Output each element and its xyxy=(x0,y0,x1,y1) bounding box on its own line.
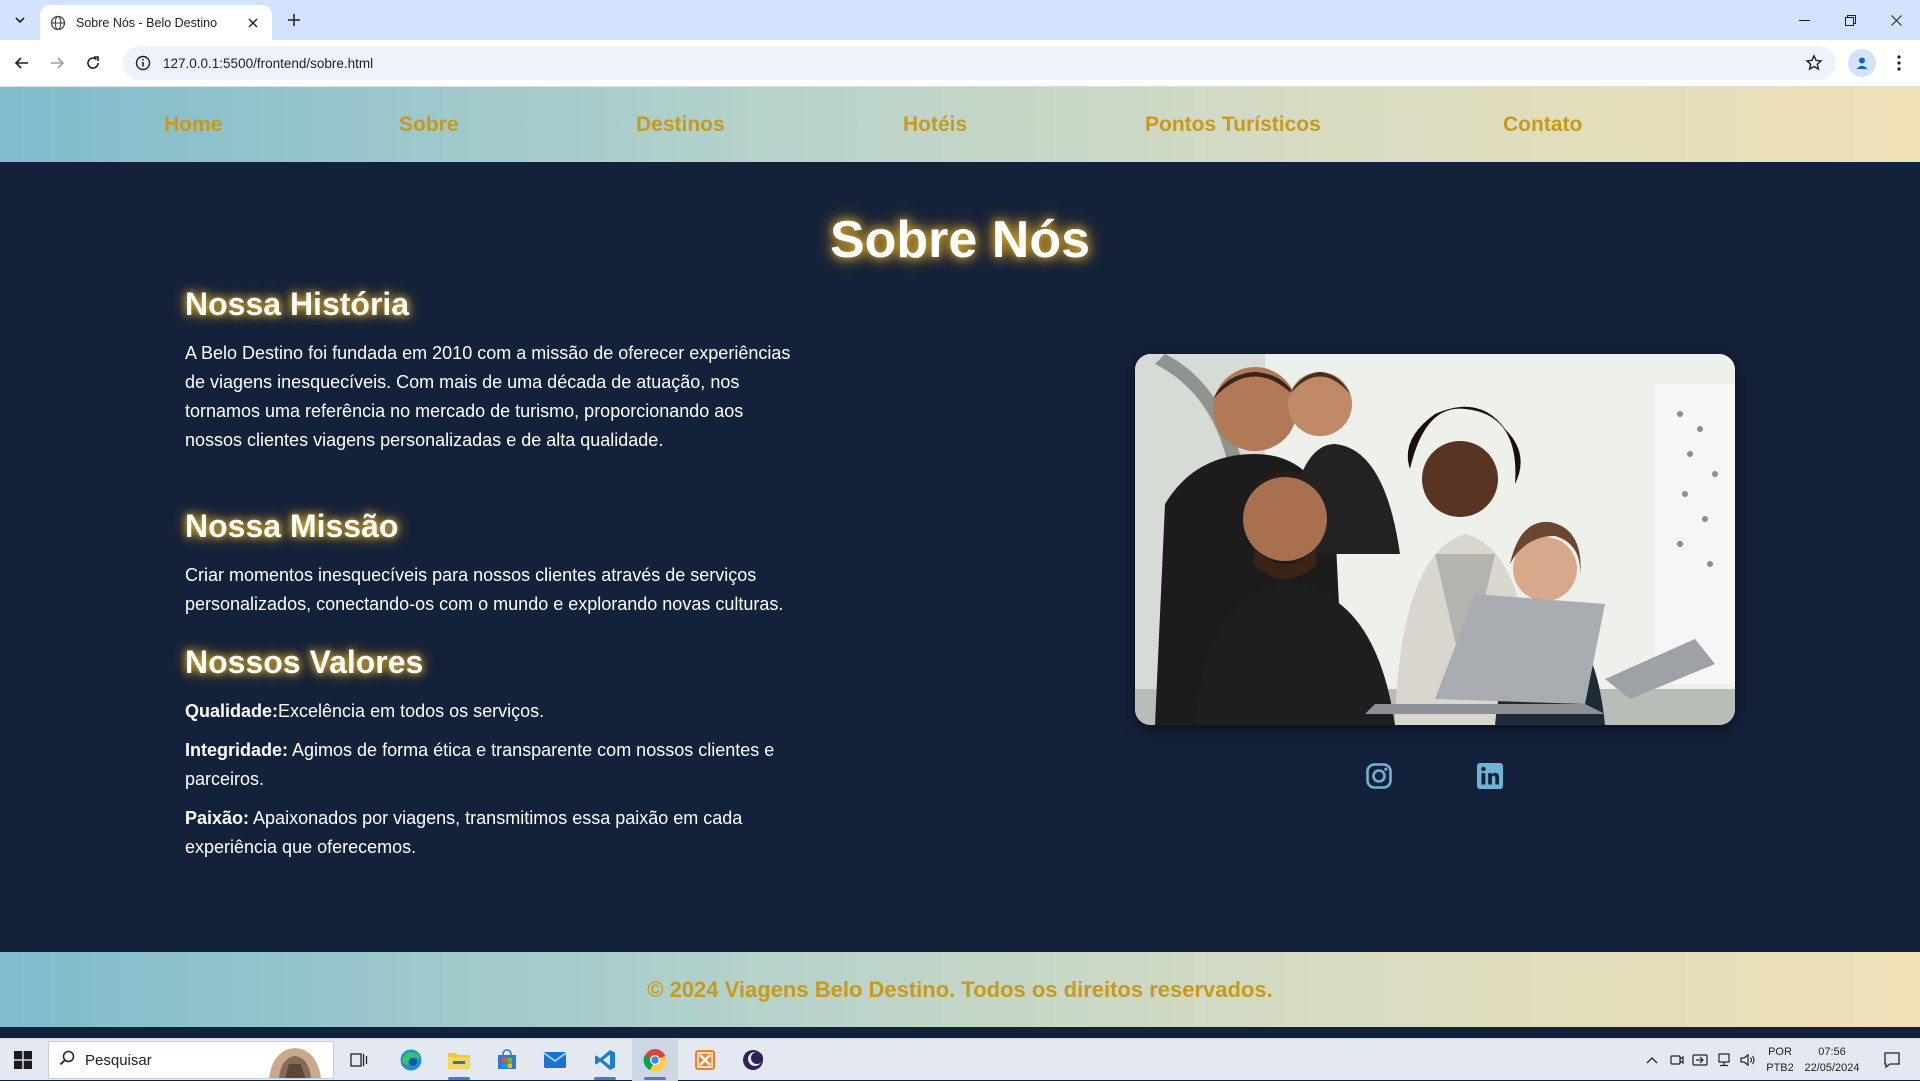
linkedin-icon[interactable] xyxy=(1474,760,1506,792)
keyboard-language-indicator[interactable]: POR PTB2 xyxy=(1762,1044,1798,1076)
team-photo xyxy=(1135,354,1735,725)
mission-text: Criar momentos inesquecíveis para nossos… xyxy=(185,565,784,614)
value-item-paixao: Paixão: Apaixonados por viagens, transmi… xyxy=(185,804,795,862)
network-icon[interactable] xyxy=(1713,1039,1735,1081)
new-tab-plus-icon[interactable] xyxy=(282,8,306,32)
browser-tab-strip: Sobre Nós - Belo Destino xyxy=(0,0,1920,40)
minimize-icon[interactable] xyxy=(1781,0,1827,40)
task-view-icon[interactable] xyxy=(336,1039,382,1081)
nav-link-home[interactable]: Home xyxy=(164,87,222,162)
eclipse-app-icon[interactable] xyxy=(730,1039,776,1081)
search-placeholder: Pesquisar xyxy=(85,1051,152,1069)
value-label: Qualidade: xyxy=(185,701,279,721)
bookmark-star-icon[interactable] xyxy=(1804,53,1824,73)
microsoft-store-icon[interactable] xyxy=(484,1039,530,1081)
search-highlight-illustration xyxy=(269,1048,321,1078)
mission-heading: Nossa Missão xyxy=(185,508,399,544)
xampp-icon[interactable] xyxy=(682,1039,728,1081)
url-text: 127.0.0.1:5500/frontend/sobre.html xyxy=(163,55,374,71)
tray-chevron-up-icon[interactable] xyxy=(1640,1039,1664,1081)
value-label: Integridade: xyxy=(185,740,289,760)
history-text: A Belo Destino foi fundada em 2010 com a… xyxy=(185,343,791,450)
site-footer: © 2024 Viagens Belo Destino. Todos os di… xyxy=(0,952,1920,1027)
reload-icon[interactable] xyxy=(80,50,106,76)
profile-avatar-icon[interactable] xyxy=(1848,49,1876,77)
footer-copyright: © 2024 Viagens Belo Destino. Todos os di… xyxy=(647,977,1273,1002)
clock-time: 07:56 xyxy=(1818,1046,1846,1058)
windows-start-icon[interactable] xyxy=(0,1039,46,1081)
back-arrow-icon[interactable] xyxy=(9,50,35,76)
page-title: Sobre Nós xyxy=(829,211,1091,269)
instagram-icon[interactable] xyxy=(1363,760,1395,792)
meet-now-icon[interactable] xyxy=(1666,1039,1688,1081)
volume-icon[interactable] xyxy=(1737,1039,1759,1081)
tab-search-chevron-icon[interactable] xyxy=(8,8,32,32)
vscode-icon[interactable] xyxy=(582,1039,628,1081)
browser-toolbar: 127.0.0.1:5500/frontend/sobre.html xyxy=(0,40,1920,87)
language-code: POR xyxy=(1768,1046,1792,1058)
value-text: Excelência em todos os serviços. xyxy=(278,701,545,721)
taskbar-search-box[interactable]: Pesquisar xyxy=(48,1041,334,1079)
value-item-integridade: Integridade: Agimos de forma ética e tra… xyxy=(185,736,795,794)
value-item-qualidade: Qualidade:Excelência em todos os serviço… xyxy=(185,697,795,726)
nav-link-pontos-turisticos[interactable]: Pontos Turísticos xyxy=(1145,87,1321,162)
taskbar-clock[interactable]: 07:56 22/05/2024 xyxy=(1800,1044,1864,1076)
browser-tab[interactable]: Sobre Nós - Belo Destino xyxy=(40,5,272,40)
tab-title: Sobre Nós - Belo Destino xyxy=(76,15,218,30)
windows-taskbar: Pesquisar POR PTB2 07:56 22/05/2024 xyxy=(0,1038,1920,1081)
history-heading: Nossa História xyxy=(185,286,410,322)
globe-icon xyxy=(50,15,66,31)
nav-link-destinos[interactable]: Destinos xyxy=(636,87,725,162)
value-text: Apaixonados por viagens, transmitimos es… xyxy=(185,808,743,857)
nav-link-contato[interactable]: Contato xyxy=(1503,87,1582,162)
edge-browser-icon[interactable] xyxy=(388,1039,434,1081)
close-window-icon[interactable] xyxy=(1873,0,1919,40)
notifications-icon[interactable] xyxy=(1872,1039,1912,1081)
site-navbar: Home Sobre Destinos Hotéis Pontos Turíst… xyxy=(0,87,1920,162)
onedrive-sync-icon[interactable] xyxy=(1689,1039,1711,1081)
search-icon xyxy=(59,1050,75,1071)
close-tab-icon[interactable] xyxy=(244,14,262,32)
chrome-icon[interactable] xyxy=(632,1039,678,1081)
address-bar[interactable]: 127.0.0.1:5500/frontend/sobre.html xyxy=(123,46,1836,80)
keyboard-layout: PTB2 xyxy=(1766,1062,1794,1074)
file-explorer-icon[interactable] xyxy=(436,1039,482,1081)
value-label: Paixão: xyxy=(185,808,250,828)
browser-menu-icon[interactable] xyxy=(1888,50,1910,76)
site-info-icon[interactable] xyxy=(133,53,153,73)
clock-date: 22/05/2024 xyxy=(1804,1062,1860,1074)
values-heading: Nossos Valores xyxy=(185,644,424,680)
restore-icon[interactable] xyxy=(1827,0,1873,40)
nav-link-hoteis[interactable]: Hotéis xyxy=(903,87,967,162)
forward-arrow-icon[interactable] xyxy=(44,50,70,76)
mail-icon[interactable] xyxy=(532,1039,578,1081)
nav-link-sobre[interactable]: Sobre xyxy=(399,87,459,162)
